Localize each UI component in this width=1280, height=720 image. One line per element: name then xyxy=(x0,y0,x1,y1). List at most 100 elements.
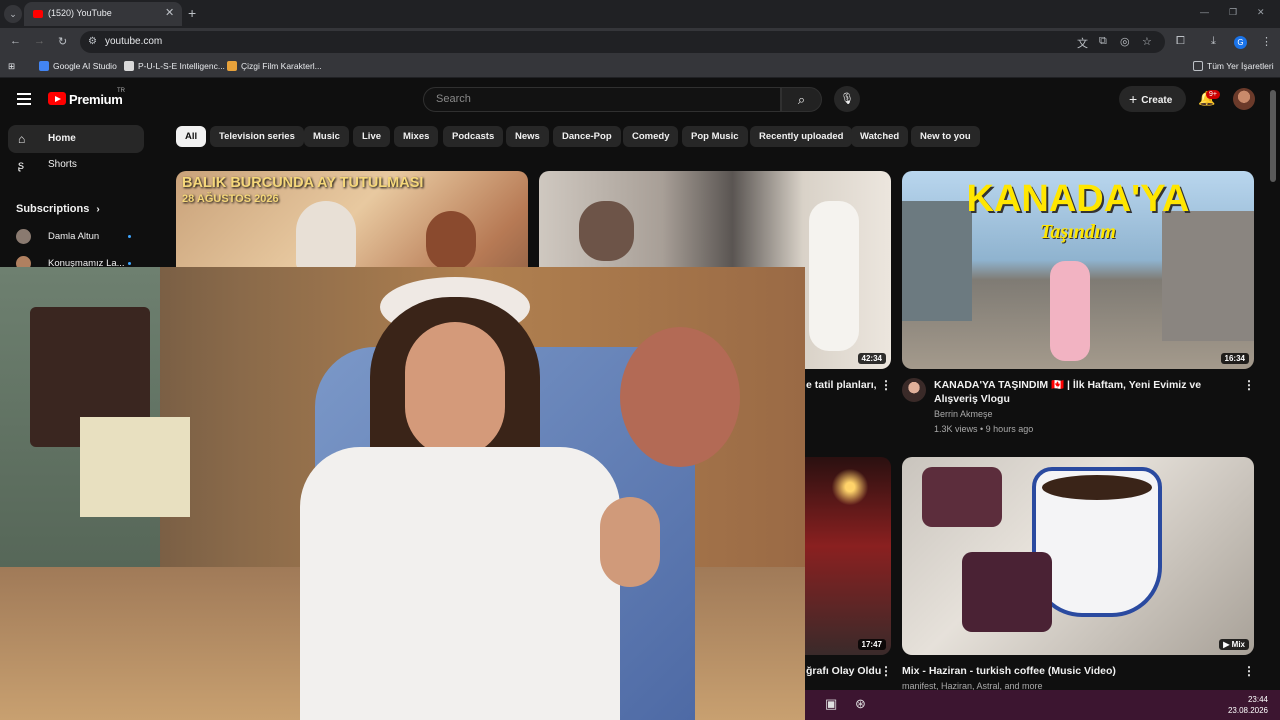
chip-watched[interactable]: Watched xyxy=(851,126,909,147)
bookmark-item[interactable]: P-U-L-S-E Intelligenc... xyxy=(124,61,225,71)
translate-icon[interactable]: 文 xyxy=(1077,35,1088,51)
mix-play-icon: ▶ xyxy=(1223,640,1232,649)
video-thumbnail[interactable]: KANADA'YA Taşındım 16:34 xyxy=(902,171,1254,369)
youtube-favicon-icon xyxy=(33,10,43,18)
video-title[interactable]: e tatil planları, xyxy=(806,378,877,392)
chip-new-to-you[interactable]: New to you xyxy=(911,126,980,147)
chip-mixes[interactable]: Mixes xyxy=(394,126,439,147)
cast-icon[interactable]: ⧉ xyxy=(1099,35,1107,48)
webcam-overlay xyxy=(0,267,805,720)
create-button[interactable]: + Create xyxy=(1119,86,1186,112)
notification-badge: 9+ xyxy=(1206,90,1220,99)
video-more-icon[interactable]: ⋮ xyxy=(1243,664,1255,678)
chip-podcasts[interactable]: Podcasts xyxy=(443,126,504,147)
thumbnail-text: KANADA'YA xyxy=(966,178,1190,220)
chip-live[interactable]: Live xyxy=(353,126,391,147)
white-top xyxy=(300,447,620,720)
home-icon: ⌂ xyxy=(18,132,26,146)
browser-toolbar: ← → ↻ ⚙ youtube.com 文 ⧉ ◎ ☆ ⧠ ⤓ G ⋮ xyxy=(0,28,1280,56)
bookmarks-bar: ⊞ Google AI Studio P-U-L-S-E Intelligenc… xyxy=(0,56,1280,78)
video-duration: 16:34 xyxy=(1220,353,1249,364)
eye-off-icon[interactable]: ◎ xyxy=(1120,35,1130,48)
app-icon[interactable]: ▣ xyxy=(825,696,837,712)
hand xyxy=(600,497,660,587)
tab-title: (1520) YouTube xyxy=(48,8,112,18)
microphone-icon[interactable]: 🎙 xyxy=(834,86,860,112)
address-bar[interactable]: ⚙ youtube.com xyxy=(80,31,1165,53)
window-close-icon[interactable]: ✕ xyxy=(1257,7,1265,18)
close-tab-icon[interactable]: ✕ xyxy=(165,6,174,19)
channel-avatar xyxy=(16,229,31,244)
video-meta: 1.3K views • 9 hours ago xyxy=(934,424,1034,434)
coffee-surface xyxy=(1042,475,1152,500)
video-title[interactable]: KANADA'YA TAŞINDIM 🇨🇦 | İlk Haftam, Yeni… xyxy=(934,378,1234,406)
bookmark-item[interactable]: Çizgi Film Karakterl... xyxy=(227,61,322,71)
menu-hamburger-icon[interactable] xyxy=(17,93,31,105)
chevron-right-icon: › xyxy=(96,204,100,215)
back-icon[interactable]: ← xyxy=(10,35,21,47)
page-scrollbar[interactable] xyxy=(1270,90,1276,182)
mix-badge: ▶ Mix xyxy=(1219,639,1249,650)
tab-list-chevron-icon[interactable]: ⌄ xyxy=(4,5,22,23)
chip-music[interactable]: Music xyxy=(304,126,349,147)
new-content-dot xyxy=(128,262,131,265)
logo-region: TR xyxy=(117,88,125,94)
channel-name[interactable]: Berrin Akmeşe xyxy=(934,407,993,421)
new-content-dot xyxy=(128,235,131,238)
bookmark-star-icon[interactable]: ☆ xyxy=(1142,35,1152,48)
subscription-item[interactable]: Damla Altun xyxy=(16,229,136,244)
chip-comedy[interactable]: Comedy xyxy=(623,126,679,147)
youtube-logo-icon[interactable] xyxy=(48,92,66,105)
chip-television-series[interactable]: Television series xyxy=(210,126,304,147)
steam-icon[interactable]: ⊛ xyxy=(855,696,866,712)
forward-icon[interactable]: → xyxy=(34,35,45,47)
all-bookmarks[interactable]: Tüm Yer İşaretleri xyxy=(1193,61,1274,71)
video-more-icon[interactable]: ⋮ xyxy=(1243,378,1255,392)
download-icon[interactable]: ⤓ xyxy=(1211,35,1216,48)
statue-figure xyxy=(296,201,356,271)
turkish-delight xyxy=(962,552,1052,632)
youtube-premium-logo[interactable]: Premium xyxy=(69,92,123,107)
bookmark-item[interactable]: Google AI Studio xyxy=(39,61,117,71)
url-text: youtube.com xyxy=(105,36,163,47)
bag xyxy=(620,327,740,467)
subscriptions-heading[interactable]: Subscriptions › xyxy=(16,203,100,215)
chip-all[interactable]: All xyxy=(176,126,207,147)
restore-icon[interactable]: ❐ xyxy=(1229,7,1237,18)
extensions-icon[interactable]: ⧠ xyxy=(1176,35,1185,48)
more-menu-icon[interactable]: ⋮ xyxy=(1261,35,1272,48)
chip-dance-pop[interactable]: Dance-Pop xyxy=(553,126,621,147)
bookmark-favicon-icon xyxy=(39,61,49,71)
apps-grid-icon[interactable]: ⊞ xyxy=(8,61,15,72)
video-title[interactable]: ğrafı Olay Oldu xyxy=(806,664,881,678)
sidebar-item-shorts[interactable]: ʂ Shorts xyxy=(8,151,144,179)
thumbnail-text: BALIK BURCUNDA AY TUTULMASI xyxy=(182,175,424,191)
minimize-icon[interactable]: — xyxy=(1200,7,1209,17)
video-duration: 42:34 xyxy=(857,353,886,364)
site-info-icon[interactable]: ⚙ xyxy=(88,36,97,47)
reload-icon[interactable]: ↻ xyxy=(58,35,67,48)
video-more-icon[interactable]: ⋮ xyxy=(880,664,892,678)
woman-figure xyxy=(1050,261,1090,361)
profile-icon[interactable]: G xyxy=(1234,36,1247,49)
turkish-delight xyxy=(922,467,1002,527)
channel-avatar[interactable] xyxy=(902,378,926,402)
browser-tab[interactable]: (1520) YouTube ✕ xyxy=(24,2,182,26)
sidebar-item-home[interactable]: ⌂ Home xyxy=(8,125,144,153)
new-tab-icon[interactable]: + xyxy=(188,5,196,21)
thumbnail-text: 28 AĞUSTOS 2026 xyxy=(182,193,279,205)
browser-tab-bar: ⌄ (1520) YouTube ✕ + — ❐ ✕ xyxy=(0,0,1280,28)
folder-icon xyxy=(1193,61,1203,71)
chip-pop-music[interactable]: Pop Music xyxy=(682,126,748,147)
video-title[interactable]: Mix - Haziran - turkish coffee (Music Vi… xyxy=(902,664,1232,678)
search-input[interactable]: Search xyxy=(423,87,781,112)
system-clock[interactable]: 23:44 23.08.2026 xyxy=(1228,694,1268,716)
video-thumbnail[interactable]: ▶ Mix xyxy=(902,457,1254,655)
account-avatar[interactable] xyxy=(1233,88,1255,110)
stage-light xyxy=(809,467,891,507)
video-more-icon[interactable]: ⋮ xyxy=(880,378,892,392)
chip-recently-uploaded[interactable]: Recently uploaded xyxy=(750,126,853,147)
search-icon[interactable]: ⌕ xyxy=(781,87,822,112)
bookmark-favicon-icon xyxy=(227,61,237,71)
chip-news[interactable]: News xyxy=(506,126,549,147)
